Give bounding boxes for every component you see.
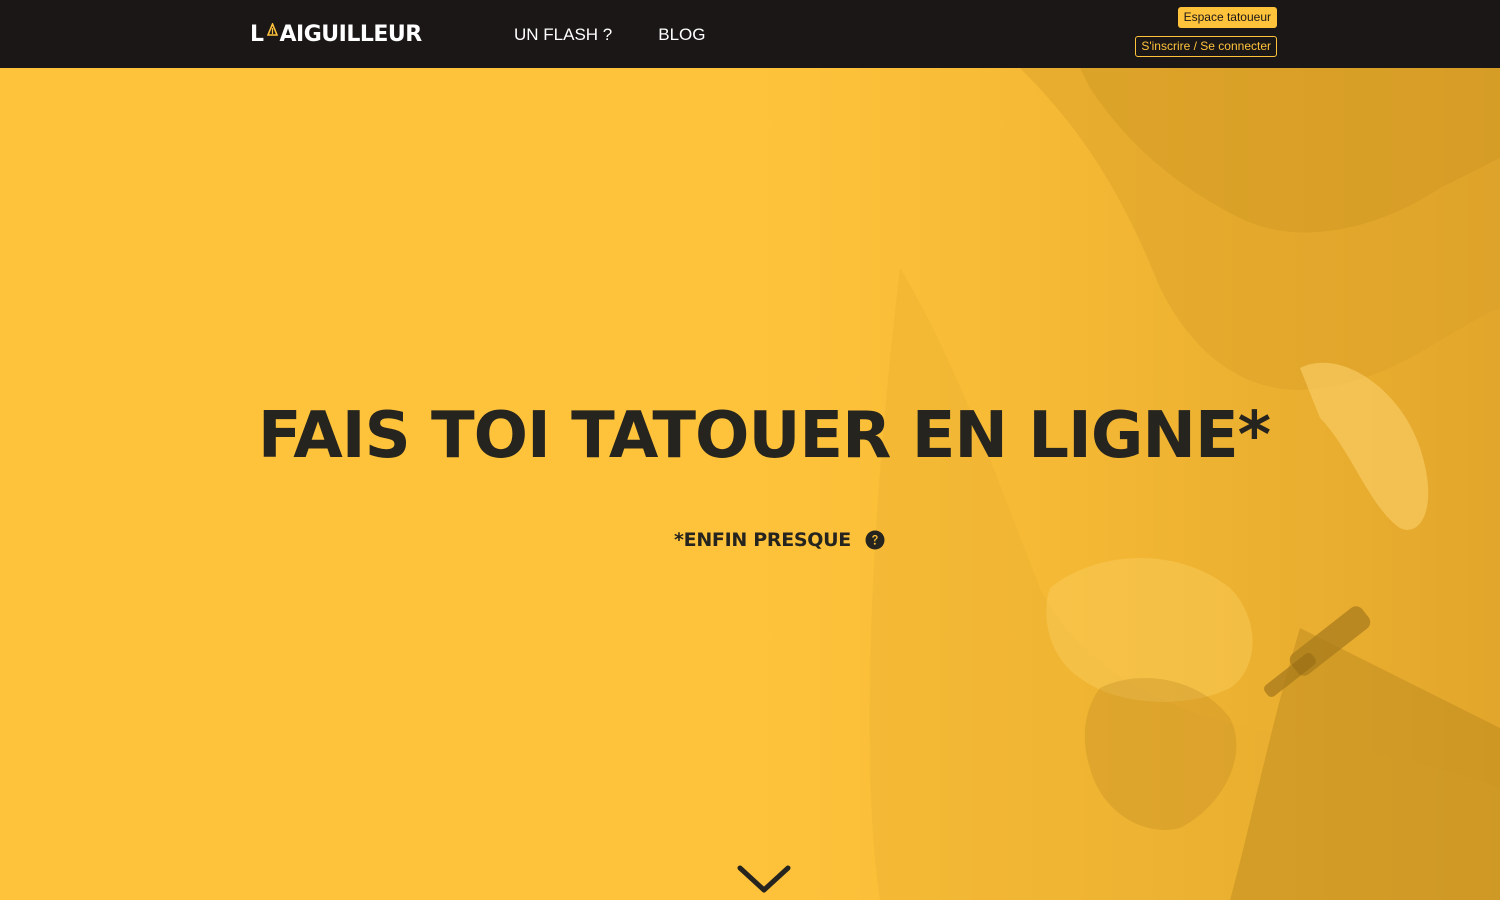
hero-subtitle-row: *ENFIN PRESQUE [674, 528, 885, 552]
nav-un-flash[interactable]: UN FLASH ? [514, 24, 612, 46]
hero-title: FAIS TOI TATOUER EN LIGNE* [257, 399, 1271, 473]
hero-subtitle: *ENFIN PRESQUE [674, 529, 851, 551]
hero-background-image [0, 68, 1500, 900]
question-circle-icon[interactable] [865, 530, 885, 550]
nav-blog[interactable]: BLOG [658, 24, 705, 46]
signup-login-button[interactable]: S'inscrire / Se connecter [1135, 36, 1277, 57]
top-navbar: L AIGUILLEUR UN FLASH ? BLOG Espace tato… [0, 0, 1500, 68]
needle-logo-icon [266, 23, 278, 36]
logo-letter-l: L [250, 21, 264, 47]
page: L AIGUILLEUR UN FLASH ? BLOG Espace tato… [0, 0, 1500, 900]
site-logo[interactable]: L AIGUILLEUR [250, 20, 422, 48]
logo-text: AIGUILLEUR [279, 21, 423, 47]
espace-tatoueur-button[interactable]: Espace tatoueur [1177, 7, 1277, 28]
chevron-down-icon[interactable] [737, 864, 791, 896]
main-nav: UN FLASH ? BLOG [514, 24, 706, 46]
